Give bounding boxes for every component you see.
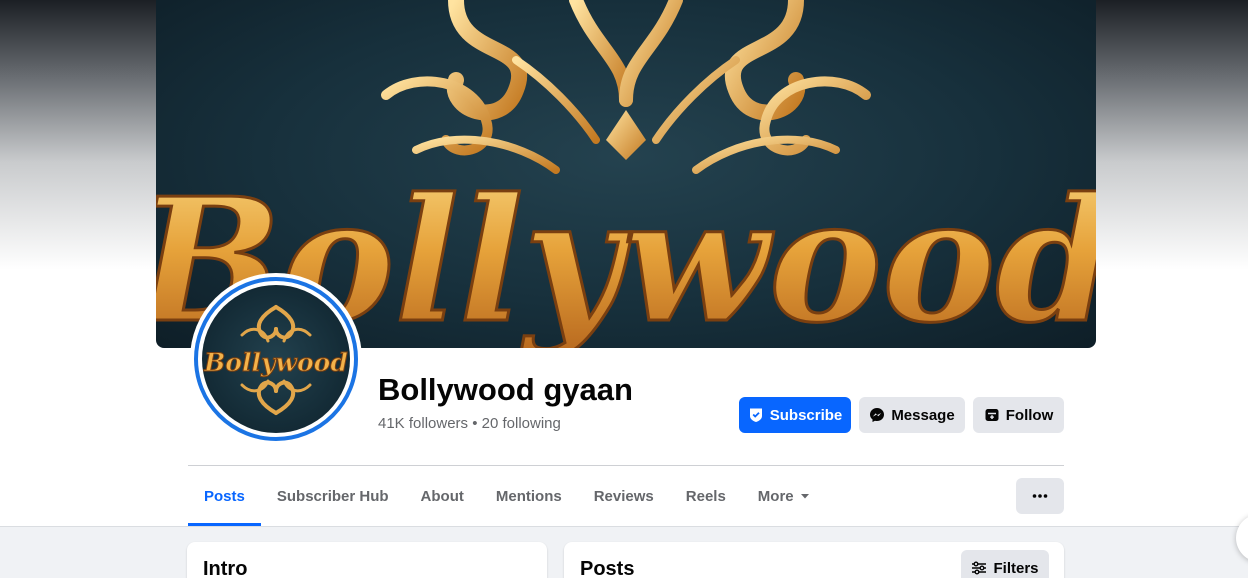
follow-label: Follow	[1005, 406, 1054, 424]
avatar: Bollywood	[202, 285, 350, 433]
subscribe-label: Subscribe	[769, 406, 843, 424]
tab-subscriber-hub[interactable]: Subscriber Hub	[261, 466, 405, 526]
avatar-logo: Bollywood	[203, 305, 348, 415]
profile-tabs: Posts Subscriber Hub About Mentions Revi…	[188, 466, 826, 526]
posts-card: Posts Filters	[564, 542, 1064, 578]
avatar-title: Bollywood	[203, 348, 348, 377]
filters-button[interactable]: Filters	[961, 550, 1049, 578]
tab-reviews[interactable]: Reviews	[578, 466, 670, 526]
message-label: Message	[891, 406, 955, 424]
profile-options-button[interactable]	[1016, 478, 1064, 514]
tab-about[interactable]: About	[405, 466, 480, 526]
intro-card: Intro	[187, 542, 547, 578]
filters-sliders-icon	[972, 561, 987, 575]
profile-picture[interactable]: Bollywood	[190, 273, 362, 445]
page-title: Bollywood gyaan	[378, 372, 633, 407]
follow-icon	[985, 409, 999, 421]
avatar-ring: Bollywood	[194, 277, 358, 441]
tab-reels[interactable]: Reels	[670, 466, 742, 526]
tab-more[interactable]: More	[742, 466, 826, 526]
messenger-icon	[870, 408, 885, 422]
posts-title: Posts	[580, 558, 635, 578]
tab-label: Reviews	[593, 487, 654, 505]
tab-label: Reels	[685, 487, 726, 505]
caret-down-icon	[800, 494, 809, 499]
tab-label: Subscriber Hub	[276, 487, 389, 505]
tab-label: Posts	[204, 487, 245, 505]
message-button[interactable]: Message	[859, 397, 965, 433]
tab-label: More	[757, 487, 794, 505]
ellipsis-icon	[1032, 494, 1048, 498]
tab-mentions[interactable]: Mentions	[480, 466, 578, 526]
tab-label: About	[420, 487, 464, 505]
tab-posts[interactable]: Posts	[188, 466, 261, 526]
follow-button[interactable]: Follow	[973, 397, 1064, 433]
follower-stats[interactable]: 41K followers • 20 following	[378, 415, 561, 432]
subscribe-button[interactable]: Subscribe	[739, 397, 851, 433]
filters-label: Filters	[993, 559, 1039, 577]
tab-label: Mentions	[495, 487, 562, 505]
intro-title: Intro	[203, 558, 248, 578]
subscribe-badge-icon	[749, 408, 762, 422]
